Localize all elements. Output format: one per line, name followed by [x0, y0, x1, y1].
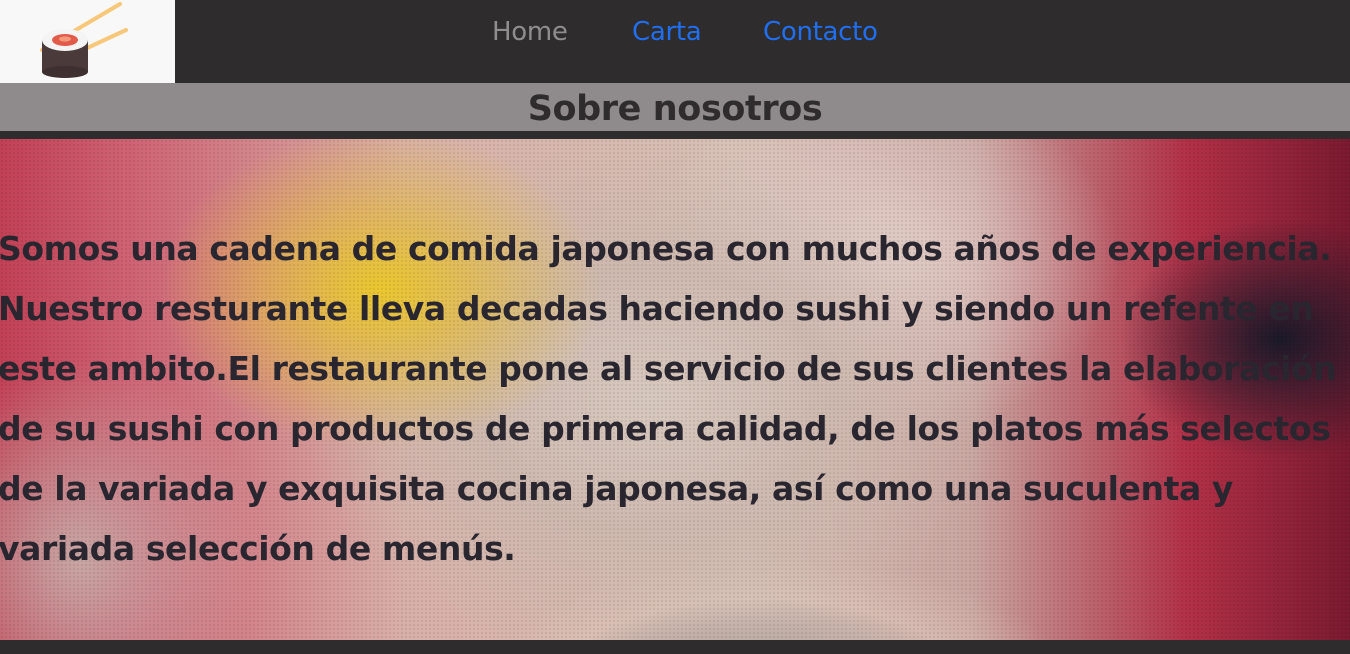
section-divider: [0, 131, 1350, 139]
bottom-divider: [0, 640, 1350, 654]
about-text: Somos una cadena de comida japonesa con …: [0, 229, 1337, 568]
section-title: Sobre nosotros: [527, 89, 823, 129]
nav-link-contacto[interactable]: Contacto: [763, 14, 878, 50]
main-nav: Home Carta Contacto: [0, 0, 1350, 64]
nav-link-carta[interactable]: Carta: [632, 14, 702, 50]
nav-link-home[interactable]: Home: [492, 14, 568, 50]
navbar: Home Carta Contacto: [0, 0, 1350, 83]
about-hero: Somos una cadena de comida japonesa con …: [0, 139, 1350, 640]
section-header-bar: Sobre nosotros: [0, 83, 1350, 131]
